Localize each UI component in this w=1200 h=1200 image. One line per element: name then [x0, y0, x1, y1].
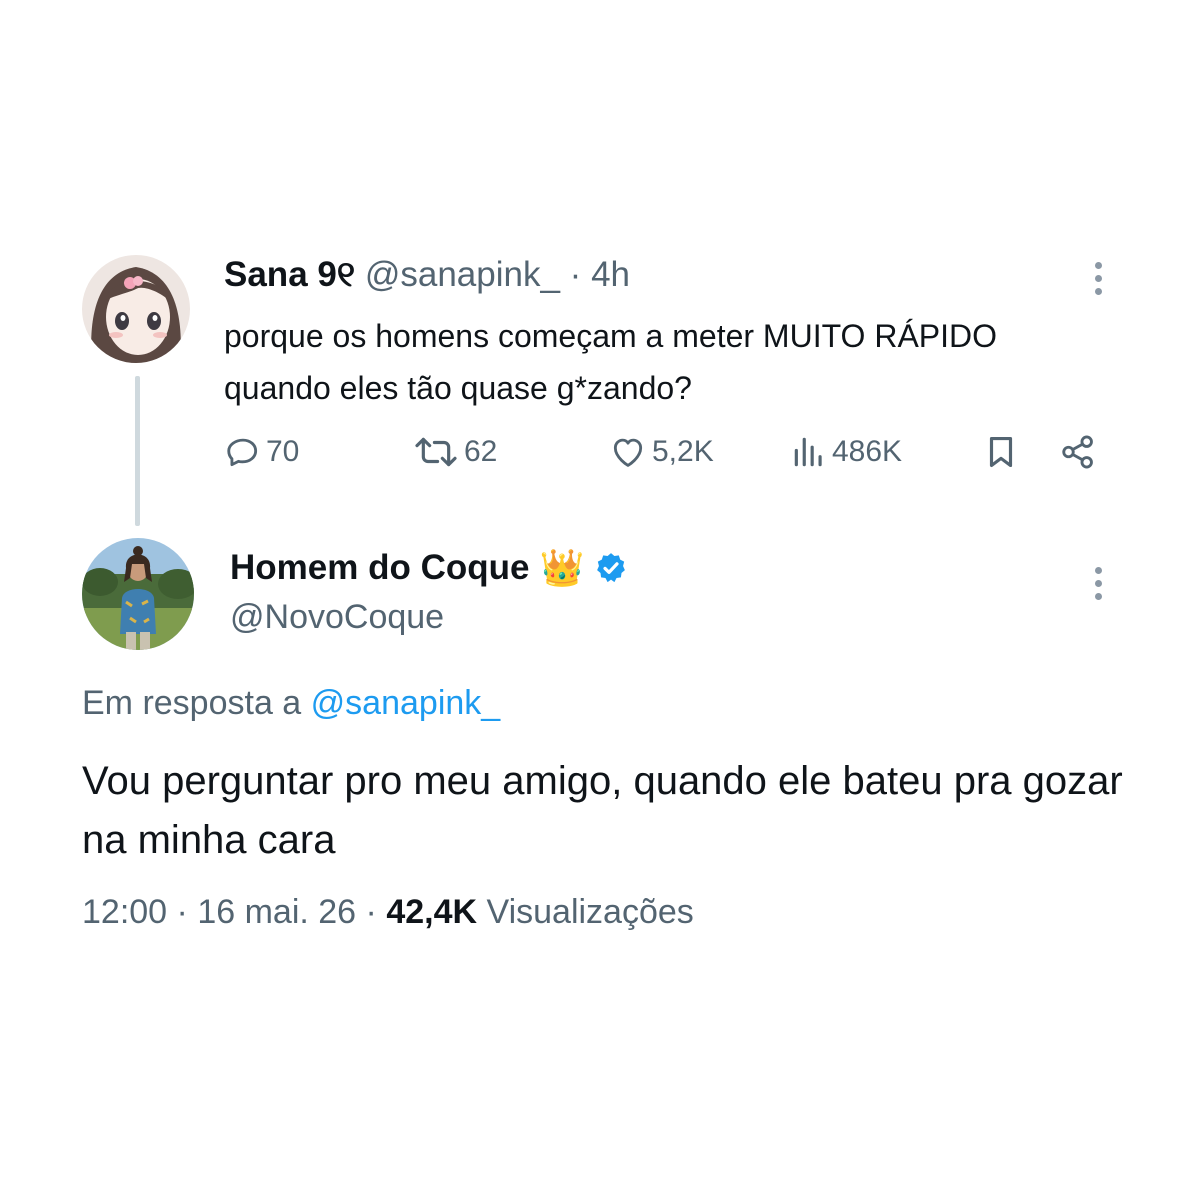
- views-count: 486K: [832, 435, 903, 468]
- meta-separator: ·: [176, 893, 188, 931]
- retweet-count: 62: [464, 435, 498, 468]
- author-name[interactable]: Sana 9୧: [224, 255, 355, 294]
- reply-views-label[interactable]: Visualizações: [487, 893, 694, 931]
- parent-tweet-text: porque os homens começam a meter MUITO R…: [224, 318, 998, 406]
- avatar-sana[interactable]: [82, 255, 190, 363]
- parent-more-icon[interactable]: [1091, 262, 1105, 302]
- reply-action[interactable]: 70: [224, 433, 299, 471]
- reply-tweet-text: Vou perguntar pro meu amigo, quando ele …: [82, 759, 1123, 862]
- views-action[interactable]: 486K: [790, 433, 902, 471]
- meta-separator: ·: [365, 893, 377, 931]
- reply-more-icon[interactable]: [1091, 567, 1105, 607]
- retweet-action[interactable]: 62: [412, 433, 497, 471]
- replying-to-handle-link[interactable]: @sanapink_: [311, 684, 501, 722]
- share-icon: [1062, 435, 1093, 469]
- retweet-icon: [415, 437, 457, 467]
- like-count: 5,2K: [652, 435, 714, 468]
- bookmark-action[interactable]: [982, 433, 1020, 471]
- thread-connector-line: [135, 376, 140, 526]
- bookmark-icon: [989, 436, 1013, 468]
- share-action[interactable]: [1058, 433, 1098, 471]
- views-icon: [794, 437, 822, 467]
- avatar-homem-do-coque[interactable]: [82, 538, 194, 650]
- separator-dot: ·: [569, 255, 582, 294]
- reply-author-row: Homem do Coque 👑: [230, 547, 628, 589]
- like-icon: [613, 438, 643, 467]
- replying-to-label: Em resposta a: [82, 684, 302, 722]
- verified-badge-icon: [597, 553, 626, 583]
- reply-time[interactable]: 12:00: [82, 893, 167, 931]
- crown-emoji: 👑: [539, 547, 585, 588]
- reply-author-name[interactable]: Homem do Coque: [230, 548, 529, 588]
- replying-to: Em resposta a @sanapink_: [82, 684, 500, 723]
- reply-views-count[interactable]: 42,4K: [386, 893, 477, 931]
- reply-date[interactable]: 16 mai. 26: [197, 893, 356, 931]
- like-action[interactable]: 5,2K: [608, 433, 714, 471]
- reply-author-handle[interactable]: @NovoCoque: [230, 598, 444, 637]
- author-handle[interactable]: @sanapink_: [365, 255, 560, 294]
- tweet-time[interactable]: 4h: [591, 255, 630, 294]
- parent-tweet-header: Sana 9୧ @sanapink_ · 4h: [224, 255, 630, 295]
- reply-tweet-meta: 12:00 · 16 mai. 26 · 42,4K Visualizações: [82, 893, 694, 932]
- reply-count: 70: [266, 435, 300, 468]
- reply-icon: [227, 438, 258, 467]
